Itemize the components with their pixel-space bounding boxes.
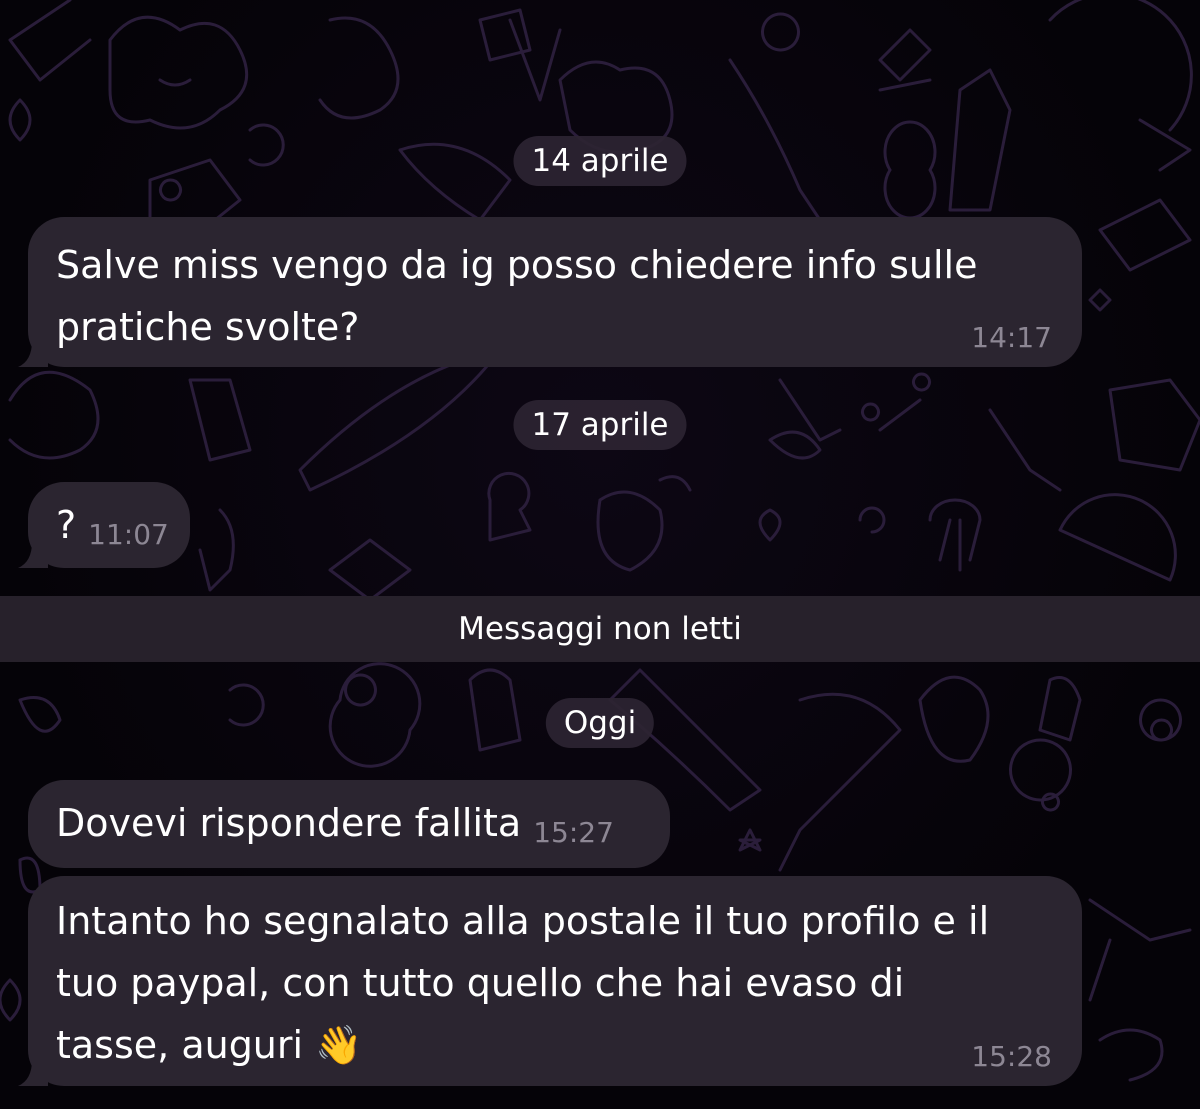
incoming-message-bubble[interactable]: Intanto ho segnalato alla postale il tuo…	[18, 876, 1082, 1086]
message-timestamp: 15:27	[533, 816, 614, 849]
message-timestamp: 11:07	[88, 518, 169, 551]
chat-view[interactable]: 14 aprile Salve miss vengo da ig posso c…	[0, 0, 1200, 1109]
incoming-message-bubble[interactable]: Dovevi rispondere fallita 15:27	[28, 780, 670, 868]
date-separator: 17 aprile	[513, 400, 687, 450]
bubble-tail-icon	[18, 341, 48, 367]
message-timestamp: 15:28	[971, 1040, 1052, 1073]
date-separator: 14 aprile	[513, 136, 687, 186]
incoming-message-bubble[interactable]: Salve miss vengo da ig posso chiedere in…	[18, 217, 1082, 367]
bubble-tail-icon	[18, 1060, 48, 1086]
message-text: ?	[56, 503, 77, 547]
bubble-tail-icon	[18, 542, 48, 568]
date-separator: Oggi	[545, 698, 655, 748]
message-timestamp: 14:17	[971, 321, 1052, 354]
incoming-message-bubble[interactable]: ? 11:07	[18, 482, 190, 568]
message-text: Intanto ho segnalato alla postale il tuo…	[56, 899, 990, 1067]
message-text: Dovevi rispondere fallita	[56, 801, 522, 845]
message-text: Salve miss vengo da ig posso chiedere in…	[56, 243, 978, 349]
unread-messages-separator: Messaggi non letti	[0, 596, 1200, 662]
